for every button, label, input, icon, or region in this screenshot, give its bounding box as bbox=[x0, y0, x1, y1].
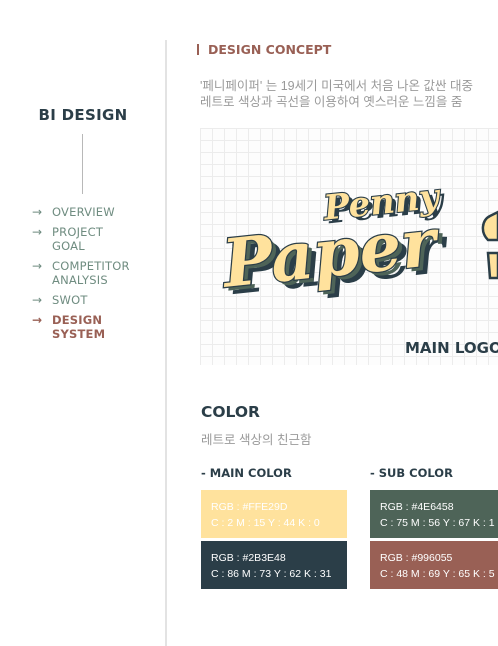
color-swatch-ffe29d: RGB : #FFE29D C : 2 M : 15 Y : 44 K : 0 bbox=[201, 490, 347, 538]
swatch-cmyk: C : 2 M : 15 Y : 44 K : 0 bbox=[211, 517, 320, 529]
arrow-right-icon: → bbox=[32, 293, 43, 307]
concept-description: '페니페이퍼' 는 19세기 미국에서 처음 나온 값싼 대중 레트로 색상과 … bbox=[200, 78, 473, 110]
vertical-divider bbox=[165, 40, 167, 646]
color-title: COLOR bbox=[201, 403, 260, 421]
swatch-rgb: RGB : #4E6458 bbox=[380, 501, 454, 513]
arrow-right-icon: → bbox=[32, 259, 43, 273]
color-subtitle: 레트로 색상의 친근함 bbox=[201, 433, 312, 447]
sidebar-item-competitor-analysis[interactable]: → COMPETITOR ANALYSIS bbox=[32, 259, 130, 287]
penny-paper-logo: Penny Penny Paper Paper Paper bbox=[216, 175, 498, 310]
main-logo-caption: MAIN LOGO bbox=[405, 339, 498, 357]
sidebar-item-project-goal[interactable]: → PROJECT GOAL bbox=[32, 225, 130, 253]
sidebar-item-label: SWOT bbox=[52, 293, 88, 307]
arrow-right-icon: → bbox=[32, 205, 43, 219]
swatch-cmyk: C : 86 M : 73 Y : 62 K : 31 bbox=[211, 568, 332, 580]
sidebar-item-overview[interactable]: → OVERVIEW bbox=[32, 205, 130, 219]
arrow-right-icon: → bbox=[32, 313, 43, 327]
sidebar-item-swot[interactable]: → SWOT bbox=[32, 293, 130, 307]
title-accent-bar bbox=[197, 44, 199, 55]
color-swatch-4e6458: RGB : #4E6458 C : 75 M : 56 Y : 67 K : 1 bbox=[370, 490, 498, 538]
cropped-logo-fragment bbox=[481, 210, 498, 242]
swatch-cmyk: C : 48 M : 69 Y : 65 K : 5 bbox=[380, 568, 495, 580]
section-title: DESIGN CONCEPT bbox=[197, 42, 331, 57]
swatch-rgb: RGB : #2B3E48 bbox=[211, 552, 286, 564]
section-title-text: DESIGN CONCEPT bbox=[208, 42, 332, 57]
sidebar-item-label: COMPETITOR ANALYSIS bbox=[52, 259, 130, 287]
description-line: '페니페이퍼' 는 19세기 미국에서 처음 나온 값싼 대중 bbox=[200, 79, 473, 93]
swatch-rgb: RGB : #FFE29D bbox=[211, 501, 288, 513]
sidebar-item-label: PROJECT GOAL bbox=[52, 225, 104, 253]
sidebar-item-label: DESIGN SYSTEM bbox=[52, 313, 106, 341]
sidebar-item-design-system[interactable]: → DESIGN SYSTEM bbox=[32, 313, 130, 341]
sidebar-title-line bbox=[82, 134, 83, 194]
color-swatch-2b3e48: RGB : #2B3E48 C : 86 M : 73 Y : 62 K : 3… bbox=[201, 541, 347, 589]
arrow-right-icon: → bbox=[32, 225, 43, 239]
swatch-cmyk: C : 75 M : 56 Y : 67 K : 1 bbox=[380, 517, 495, 529]
main-color-label: - MAIN COLOR bbox=[201, 466, 292, 480]
sub-color-label: - SUB COLOR bbox=[370, 466, 453, 480]
color-swatch-996055: RGB : #996055 C : 48 M : 69 Y : 65 K : 5 bbox=[370, 541, 498, 589]
description-line: 레트로 색상과 곡선을 이용하여 옛스러운 느낌을 줌 bbox=[200, 95, 463, 109]
swatch-rgb: RGB : #996055 bbox=[380, 552, 453, 564]
sidebar-item-label: OVERVIEW bbox=[52, 205, 115, 219]
sidebar-title: BI DESIGN bbox=[38, 106, 128, 124]
sidebar-nav: → OVERVIEW → PROJECT GOAL → COMPETITOR A… bbox=[32, 205, 130, 347]
logo-grid-card: Penny Penny Paper Paper Paper bbox=[200, 128, 498, 365]
